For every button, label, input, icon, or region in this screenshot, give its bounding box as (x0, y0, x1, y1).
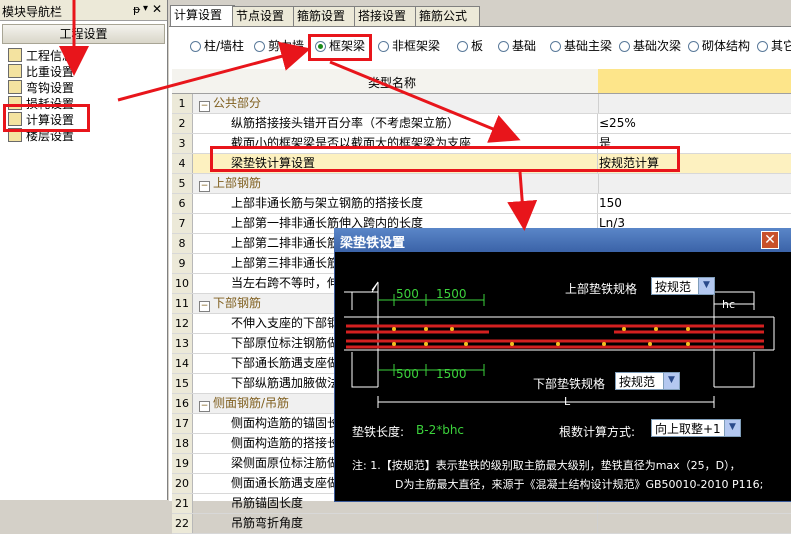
row-label: 吊筋弯折角度 (231, 516, 304, 530)
row-name: 吊筋弯折角度 (193, 514, 598, 533)
annotation-arrows (59, 0, 538, 231)
row-number: 22 (172, 514, 193, 533)
arrow-to-shim-row (329, 60, 521, 143)
arrow-to-dialog (507, 171, 538, 231)
row-value[interactable] (599, 514, 791, 533)
arrow-to-frame-beam (117, 41, 311, 102)
table-row[interactable]: 22 吊筋弯折角度 (172, 514, 791, 534)
